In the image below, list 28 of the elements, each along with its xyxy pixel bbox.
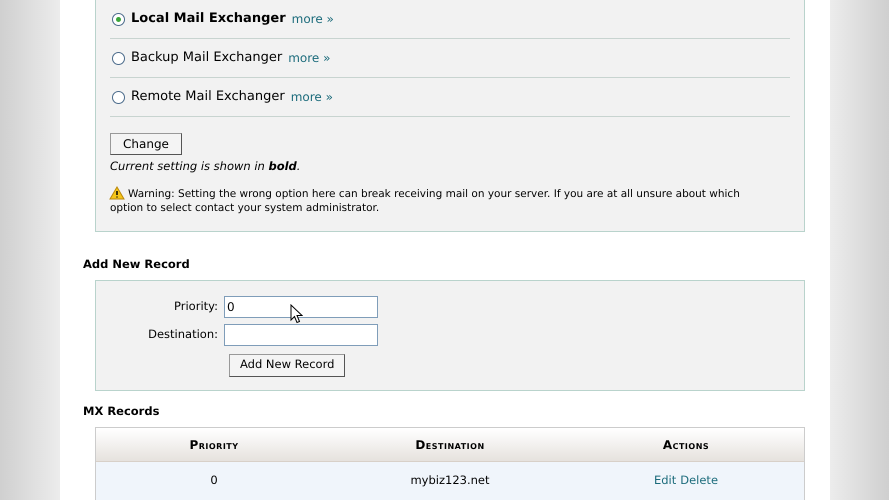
radio-button[interactable] bbox=[112, 90, 125, 104]
change-button[interactable]: Change bbox=[110, 133, 182, 155]
field-label: Priority: bbox=[173, 298, 219, 315]
field-label: Destination: bbox=[147, 326, 219, 343]
column-header: Actions bbox=[662, 436, 710, 454]
warning-text: Warning: Setting the wrong option here can break receiving mail on your server. If you are at all unsure about which option to select contact your system administrator. bbox=[110, 187, 741, 216]
column-header: Priority bbox=[188, 436, 240, 454]
option-label: Local Mail Exchanger bbox=[131, 10, 286, 28]
more-link[interactable]: more » bbox=[288, 49, 330, 67]
section-heading: Add New Record bbox=[83, 256, 191, 274]
action-link[interactable]: Delete bbox=[680, 472, 718, 490]
cursor-icon bbox=[290, 304, 303, 324]
action-link[interactable]: Edit bbox=[654, 472, 676, 490]
input-field[interactable] bbox=[224, 324, 378, 346]
radio-button[interactable] bbox=[112, 12, 125, 26]
warning-icon bbox=[109, 186, 125, 200]
table-cell-text: mybiz123.net bbox=[409, 472, 491, 490]
current-setting-note: Current setting is shown in bold. bbox=[110, 158, 302, 175]
more-link[interactable]: more » bbox=[292, 10, 334, 28]
column-header: Destination bbox=[414, 436, 486, 454]
section-heading: MX Records bbox=[83, 402, 160, 420]
more-link[interactable]: more » bbox=[290, 88, 333, 106]
radio-button[interactable] bbox=[112, 52, 125, 64]
option-label: Remote Mail Exchanger bbox=[131, 88, 285, 106]
option-label: Backup Mail Exchanger bbox=[131, 49, 282, 68]
table-cell-text: 0 bbox=[209, 472, 219, 490]
add-record-button[interactable]: Add New Record bbox=[229, 354, 346, 376]
input-field[interactable]: 0 bbox=[224, 296, 378, 318]
